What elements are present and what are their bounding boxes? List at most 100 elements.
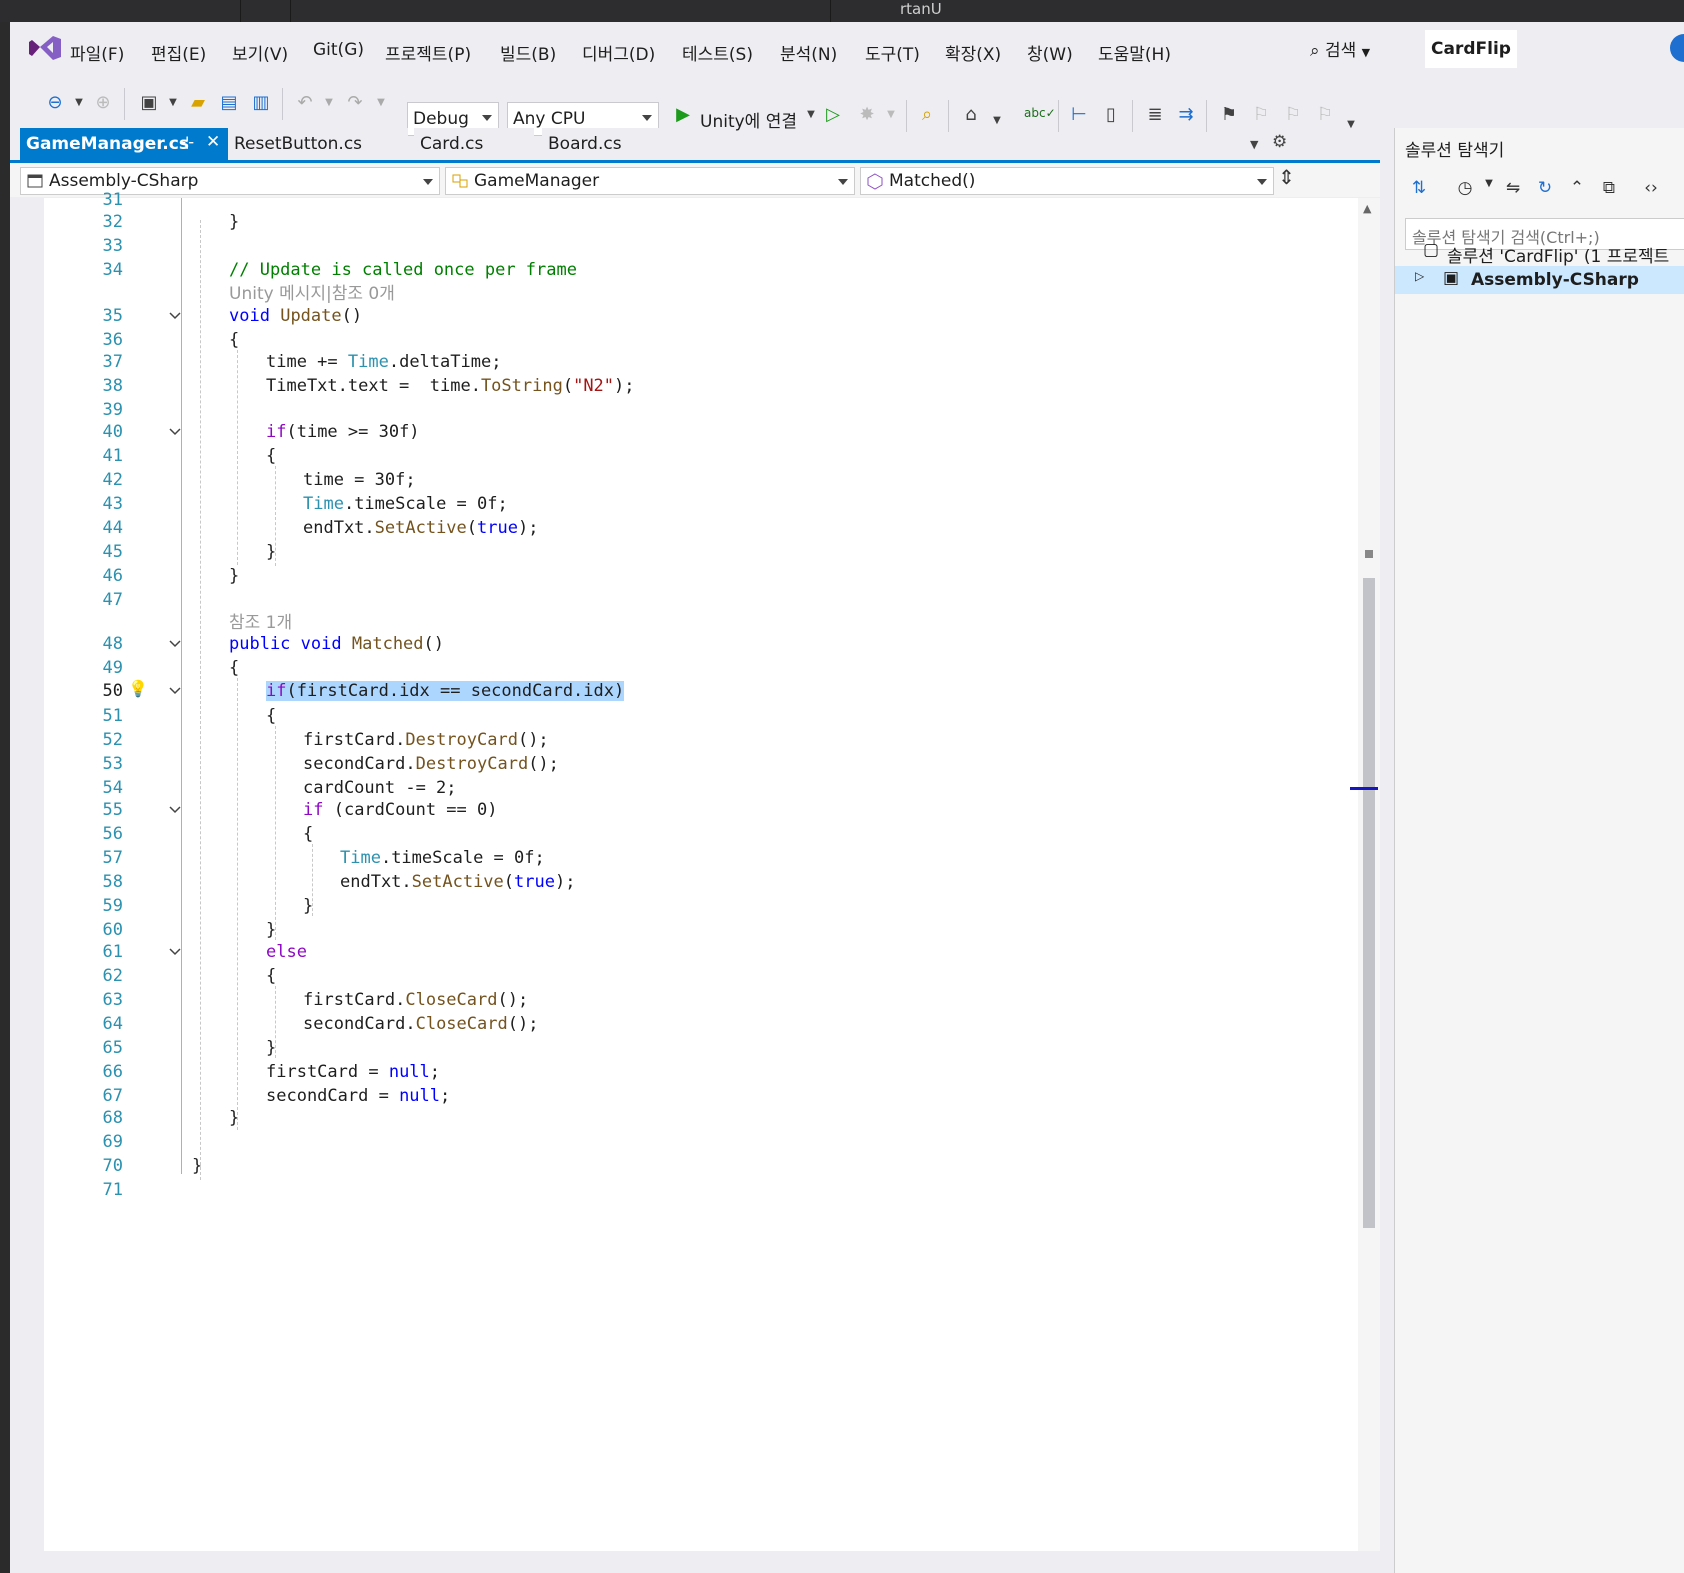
tab-gamemanager[interactable]: GameManager.cs ⊹ ✕ <box>20 128 228 160</box>
uncomment-icon[interactable]: ▯ <box>1100 104 1122 126</box>
menu-tools[interactable]: 도구(T) <box>865 40 920 65</box>
chevron-down-icon[interactable]: ▼ <box>800 104 822 126</box>
code-line[interactable]: 61 else <box>10 940 1310 964</box>
collapse-all-icon[interactable]: ⌃ <box>1567 178 1587 200</box>
code-line[interactable]: 36 { <box>10 328 1310 352</box>
menu-git[interactable]: Git(G) <box>313 40 364 60</box>
code-line[interactable]: 54 cardCount -= 2; <box>10 776 1310 800</box>
collapse-chevron-icon[interactable] <box>168 683 182 697</box>
code-line[interactable]: 42 time = 30f; <box>10 468 1310 492</box>
sync-with-document-icon[interactable]: ⇋ <box>1503 178 1523 200</box>
menu-file[interactable]: 파일(F) <box>70 40 124 65</box>
solution-node[interactable]: ▢ 솔루션 'CardFlip' (1 프로젝트 <box>1395 238 1684 267</box>
code-line[interactable]: 70} <box>10 1154 1310 1178</box>
code-line[interactable]: 37 time += Time.deltaTime; <box>10 350 1310 374</box>
code-line[interactable]: 71 <box>10 1178 1310 1202</box>
code-editor[interactable]: 31 32} 33 34// Update is called once per fr… <box>10 190 1358 1551</box>
code-line[interactable]: 52 firstCard.DestroyCard(); <box>10 728 1310 752</box>
menu-window[interactable]: 창(W) <box>1027 40 1073 65</box>
code-line[interactable]: 59} <box>10 894 1310 918</box>
start-debugging-icon[interactable]: ▶ <box>672 104 694 126</box>
navigate-back-icon[interactable]: ⊖ <box>44 92 66 114</box>
indent-icon[interactable]: ⇉ <box>1175 104 1197 126</box>
project-node-assembly-csharp[interactable]: ▷ ▣ Assembly-CSharp <box>1395 266 1684 294</box>
global-search[interactable]: ⌕ 검색 ▼ <box>1310 36 1370 61</box>
pin-icon[interactable]: ⊹ <box>180 133 194 153</box>
collapse-chevron-icon[interactable] <box>168 308 182 322</box>
next-bookmark-icon[interactable]: ⚐ <box>1282 104 1304 126</box>
menu-build[interactable]: 빌드(B) <box>500 40 556 65</box>
code-line[interactable]: 58 endTxt.SetActive(true); <box>10 870 1310 894</box>
gear-icon[interactable]: ⚙ <box>1272 132 1287 152</box>
clear-bookmarks-icon[interactable]: ⚐ <box>1314 104 1336 126</box>
find-in-files-icon[interactable]: ⌕ <box>916 104 938 126</box>
code-line[interactable]: 57 Time.timeScale = 0f; <box>10 846 1310 870</box>
code-line[interactable]: 67 secondCard = null; <box>10 1084 1310 1108</box>
comment-out-icon[interactable]: ⊢ <box>1068 104 1090 126</box>
code-line[interactable]: 66 firstCard = null; <box>10 1060 1310 1084</box>
code-line[interactable]: 60} <box>10 918 1310 942</box>
codelens-hint[interactable]: Unity 메시지|참조 0개 <box>229 279 395 304</box>
code-line[interactable]: 53 secondCard.DestroyCard(); <box>10 752 1310 776</box>
code-line[interactable]: 65} <box>10 1036 1310 1060</box>
code-line[interactable]: 45} <box>10 540 1310 564</box>
chevron-down-icon[interactable]: ▼ <box>68 92 90 114</box>
view-code-icon[interactable]: ‹› <box>1641 178 1661 200</box>
menu-test[interactable]: 테스트(S) <box>682 40 753 65</box>
tab-list-dropdown-icon[interactable]: ▼ <box>1250 138 1258 151</box>
menu-extensions[interactable]: 확장(X) <box>945 40 1001 65</box>
chevron-down-icon[interactable]: ▼ <box>1479 178 1499 200</box>
user-avatar[interactable] <box>1670 34 1684 62</box>
menu-debug[interactable]: 디버그(D) <box>582 40 655 65</box>
code-line[interactable]: 39 <box>10 398 1310 422</box>
spell-check-icon[interactable]: abc✓ <box>1024 102 1056 124</box>
tab-board[interactable]: Board.cs <box>542 128 682 160</box>
show-all-files-icon[interactable]: ⧉ <box>1599 178 1619 200</box>
scrollbar-thumb[interactable] <box>1363 578 1375 1228</box>
browser-link-icon[interactable]: ⌂ <box>960 104 982 126</box>
code-line[interactable]: 48 public void Matched() <box>10 632 1310 656</box>
collapse-chevron-icon[interactable] <box>168 636 182 650</box>
redo-icon[interactable]: ↷ <box>344 92 366 114</box>
save-all-icon[interactable]: ▥ <box>250 92 272 114</box>
code-line[interactable]: 46} <box>10 564 1310 588</box>
tab-resetbutton[interactable]: ResetButton.cs <box>228 128 408 160</box>
menu-help[interactable]: 도움말(H) <box>1098 40 1171 65</box>
collapse-chevron-icon[interactable] <box>168 944 182 958</box>
save-icon[interactable]: ▤ <box>218 92 240 114</box>
code-line[interactable]: 55 if (cardCount == 0) <box>10 798 1310 822</box>
code-line[interactable]: 62 { <box>10 964 1310 988</box>
hot-reload-icon[interactable]: ✸ <box>856 104 878 126</box>
code-line[interactable]: 64 secondCard.CloseCard(); <box>10 1012 1310 1036</box>
menu-analyze[interactable]: 분석(N) <box>780 40 837 65</box>
code-line[interactable]: 43 Time.timeScale = 0f; <box>10 492 1310 516</box>
undo-icon[interactable]: ↶ <box>294 92 316 114</box>
code-line[interactable]: 32} <box>10 210 1310 234</box>
chevron-down-icon[interactable]: ▼ <box>880 104 902 126</box>
menu-project[interactable]: 프로젝트(P) <box>385 40 471 65</box>
menu-edit[interactable]: 편집(E) <box>151 40 206 65</box>
code-line[interactable]: 33 <box>10 234 1310 258</box>
bookmark-icon[interactable]: ⚑ <box>1218 104 1240 126</box>
chevron-down-icon[interactable]: ▼ <box>318 92 340 114</box>
code-line[interactable]: 69 <box>10 1130 1310 1154</box>
code-line[interactable]: 38 TimeTxt.text = time.ToString("N2"); <box>10 374 1310 398</box>
new-item-icon[interactable]: ▣ <box>138 92 160 114</box>
split-window-icon[interactable]: ⇕ <box>1278 165 1295 189</box>
refresh-icon[interactable]: ↻ <box>1535 178 1555 200</box>
code-line[interactable]: 34 // Update is called once per frame <box>10 258 1310 282</box>
expand-arrow-icon[interactable]: ▷ <box>1415 269 1424 283</box>
outdent-icon[interactable]: ≣ <box>1144 104 1166 126</box>
code-line[interactable]: 35 void Update() <box>10 304 1310 328</box>
code-line[interactable]: 41 { <box>10 444 1310 468</box>
code-line[interactable]: 44 endTxt.SetActive(true); <box>10 516 1310 540</box>
code-line[interactable]: 31 <box>10 188 1310 212</box>
collapse-chevron-icon[interactable] <box>168 424 182 438</box>
code-line[interactable]: 50 💡 if(firstCard.idx == secondCard.idx) <box>10 679 1310 703</box>
code-line[interactable]: 56 { <box>10 822 1310 846</box>
code-line[interactable]: 63 firstCard.CloseCard(); <box>10 988 1310 1012</box>
codelens-hint[interactable]: 참조 1개 <box>229 608 292 633</box>
open-folder-icon[interactable]: ▰ <box>187 92 209 114</box>
tab-card[interactable]: Card.cs <box>414 128 534 160</box>
scroll-up-icon[interactable]: ▲ <box>1363 202 1371 215</box>
